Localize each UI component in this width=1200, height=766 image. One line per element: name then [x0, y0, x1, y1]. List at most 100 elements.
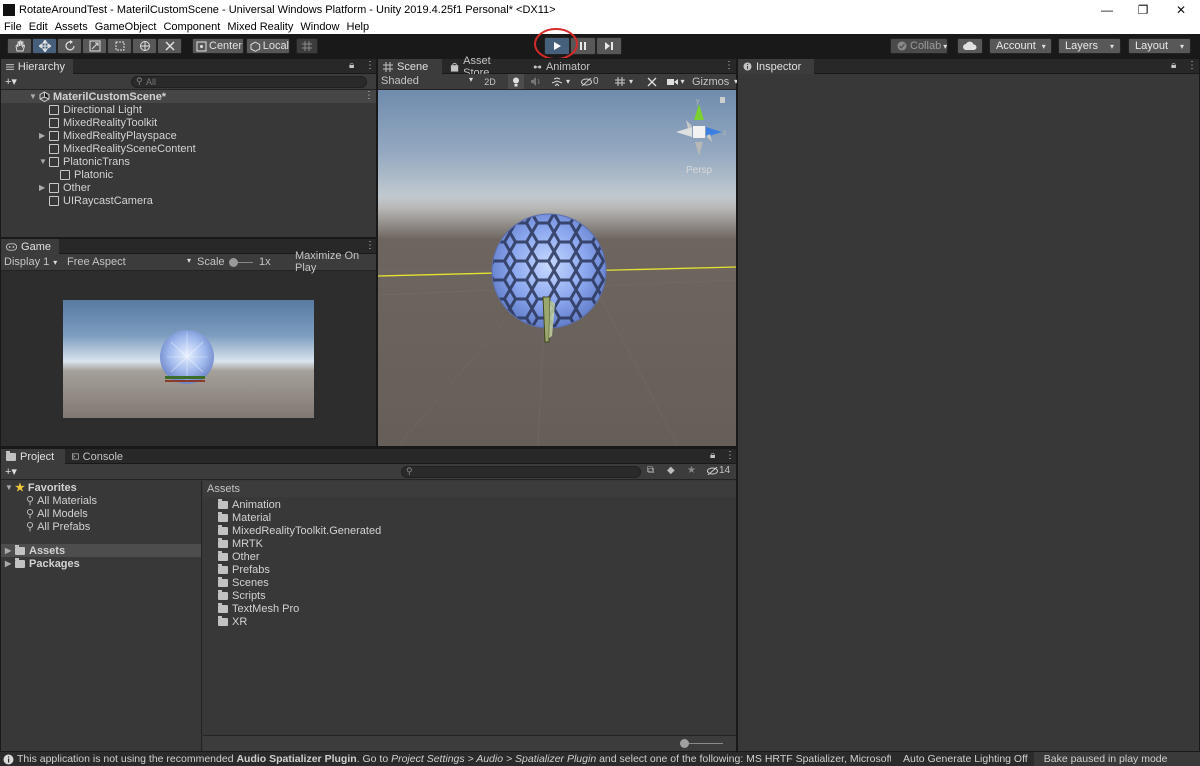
maximize-on-play-toggle[interactable]: Maximize On Play — [291, 250, 378, 274]
hierarchy-item-other[interactable]: ▶ Other — [39, 181, 91, 194]
scene-row[interactable]: ▼ MaterilCustomScene* ⋮ — [1, 90, 376, 103]
lock-icon[interactable]: 🔒︎ — [1171, 60, 1176, 71]
menu-assets[interactable]: Assets — [55, 21, 88, 33]
hierarchy-item-platonictrans[interactable]: ▼ PlatonicTrans — [39, 155, 130, 168]
tab-console[interactable]: Console — [67, 449, 131, 464]
assets-root-row[interactable]: ▶ Assets — [1, 544, 201, 557]
scene-menu-icon[interactable]: ⋮ — [364, 90, 374, 101]
panel-menu-icon[interactable]: ⋮ — [725, 450, 735, 461]
asset-folder[interactable]: XR — [218, 615, 247, 628]
expand-arrow-icon[interactable]: ▶ — [39, 183, 47, 192]
hierarchy-item-mixedrealityplayspace[interactable]: ▶ MixedRealityPlayspace — [39, 129, 177, 142]
minimize-button[interactable]: — — [1088, 0, 1126, 19]
expand-arrow-icon[interactable]: ▶ — [5, 546, 13, 555]
menu-gameobject[interactable]: GameObject — [95, 21, 157, 33]
hand-tool-button[interactable] — [7, 38, 32, 54]
asset-folder[interactable]: Scripts — [218, 589, 266, 602]
scale-tool-button[interactable] — [82, 38, 107, 54]
favorite-all-prefabs[interactable]: ⚲ All Prefabs — [26, 520, 90, 534]
projection-label[interactable]: Persp — [686, 165, 712, 176]
2d-toggle[interactable]: 2D — [480, 74, 500, 89]
move-tool-button[interactable] — [32, 38, 57, 54]
menu-component[interactable]: Component — [163, 21, 220, 33]
shading-mode-dropdown[interactable]: Shaded ▾ — [381, 75, 473, 87]
tab-inspector[interactable]: Inspector — [738, 59, 814, 74]
pivot-toggle-button[interactable]: Center — [192, 38, 244, 54]
tab-animator[interactable]: Animator — [528, 59, 598, 74]
step-button[interactable] — [596, 37, 622, 55]
collab-dropdown[interactable]: Collab ▾ — [890, 38, 948, 54]
favorite-all-models[interactable]: ⚲ All Models — [26, 507, 88, 521]
hidden-objects-toggle[interactable]: 0 — [581, 74, 607, 89]
lighting-toggle[interactable] — [508, 74, 524, 89]
transform-tool-button[interactable] — [132, 38, 157, 54]
gizmos-dropdown[interactable]: Gizmos ▾ — [690, 74, 738, 89]
hierarchy-item-platonic[interactable]: Platonic — [60, 168, 113, 181]
tab-asset-store[interactable]: Asset Store — [445, 55, 523, 79]
orientation-gizmo[interactable]: y z — [668, 96, 730, 162]
display-dropdown[interactable]: Display 1 ▾ — [4, 256, 57, 268]
expand-arrow-icon[interactable]: ▶ — [39, 131, 47, 140]
menu-help[interactable]: Help — [347, 21, 370, 33]
gizmo-lock-icon[interactable] — [720, 97, 725, 103]
menu-window[interactable]: Window — [300, 21, 339, 33]
project-search-input[interactable]: ⚲ — [401, 466, 641, 478]
hierarchy-search-input[interactable]: ⚲ All — [131, 76, 367, 88]
hidden-packages-toggle[interactable]: 14 — [707, 465, 730, 476]
expand-arrow-icon[interactable]: ▼ — [29, 92, 37, 101]
panel-menu-icon[interactable]: ⋮ — [365, 60, 375, 71]
close-button[interactable]: ✕ — [1162, 0, 1200, 19]
menu-mixed-reality[interactable]: Mixed Reality — [227, 21, 293, 33]
asset-folder[interactable]: Scenes — [218, 576, 269, 589]
restore-button[interactable]: ❐ — [1124, 0, 1162, 19]
asset-folder[interactable]: MRTK — [218, 537, 263, 550]
tab-game[interactable]: Game — [1, 239, 59, 254]
auto-lighting-status[interactable]: Auto Generate Lighting Off — [903, 753, 1028, 765]
tab-project[interactable]: Project — [1, 449, 65, 464]
tab-scene[interactable]: Scene — [378, 59, 442, 74]
hierarchy-item-mixedrealityscenecontent[interactable]: MixedRealitySceneContent — [49, 142, 196, 155]
account-dropdown[interactable]: Account ▾ — [989, 38, 1052, 54]
rotate-tool-button[interactable] — [57, 38, 82, 54]
asset-folder[interactable]: Animation — [218, 498, 281, 511]
asset-folder[interactable]: Material — [218, 511, 271, 524]
menu-file[interactable]: File — [4, 21, 22, 33]
asset-folder[interactable]: MixedRealityToolkit.Generated — [218, 524, 381, 537]
favorite-all-materials[interactable]: ⚲ All Materials — [26, 494, 97, 508]
scene-tools-button[interactable] — [644, 74, 660, 89]
asset-folder[interactable]: Prefabs — [218, 563, 270, 576]
camera-visibility-dropdown[interactable]: ▾ — [610, 74, 638, 89]
menu-edit[interactable]: Edit — [29, 21, 48, 33]
rect-tool-button[interactable] — [107, 38, 132, 54]
scale-slider-thumb[interactable] — [229, 258, 238, 267]
favorites-group[interactable]: ▼ ★ Favorites — [5, 481, 77, 495]
packages-root-row[interactable]: ▶ Packages — [5, 557, 80, 570]
hierarchy-item-directional-light[interactable]: Directional Light — [49, 103, 142, 116]
grid-snap-button[interactable] — [296, 38, 318, 54]
cloud-button[interactable] — [957, 38, 983, 54]
panel-menu-icon[interactable]: ⋮ — [1187, 60, 1197, 71]
collapse-arrow-icon[interactable]: ▼ — [39, 157, 47, 166]
tab-hierarchy[interactable]: Hierarchy — [1, 59, 73, 74]
panel-menu-icon[interactable]: ⋮ — [724, 60, 734, 71]
hierarchy-add-button[interactable]: +▾ — [5, 75, 17, 88]
favorites-star-icon[interactable]: ★ — [687, 465, 696, 476]
filter-by-label-icon[interactable]: ◆ — [667, 465, 675, 476]
project-add-button[interactable]: +▾ — [5, 465, 17, 478]
asset-folder[interactable]: TextMesh Pro — [218, 602, 299, 615]
effects-dropdown[interactable]: ▾ — [548, 74, 574, 89]
custom-tool-button[interactable] — [157, 38, 182, 54]
lock-icon[interactable]: 🔒︎ — [710, 450, 715, 461]
camera-settings-dropdown[interactable]: ▾ — [664, 74, 688, 89]
aspect-dropdown[interactable]: Free Aspect ▾ — [67, 256, 191, 268]
expand-arrow-icon[interactable]: ▶ — [5, 559, 13, 568]
scale-slider[interactable] — [229, 258, 253, 267]
icon-size-slider-thumb[interactable] — [680, 739, 689, 748]
filter-by-type-icon[interactable]: ⧉ — [647, 465, 654, 476]
collapse-arrow-icon[interactable]: ▼ — [5, 483, 13, 492]
layout-dropdown[interactable]: Layout ▾ — [1128, 38, 1191, 54]
status-message[interactable]: This application is not using the recomm… — [17, 753, 891, 765]
audio-toggle[interactable] — [528, 74, 544, 89]
hierarchy-item-uiraycastcamera[interactable]: UIRaycastCamera — [49, 194, 153, 207]
breadcrumb-assets[interactable]: Assets — [207, 483, 240, 495]
